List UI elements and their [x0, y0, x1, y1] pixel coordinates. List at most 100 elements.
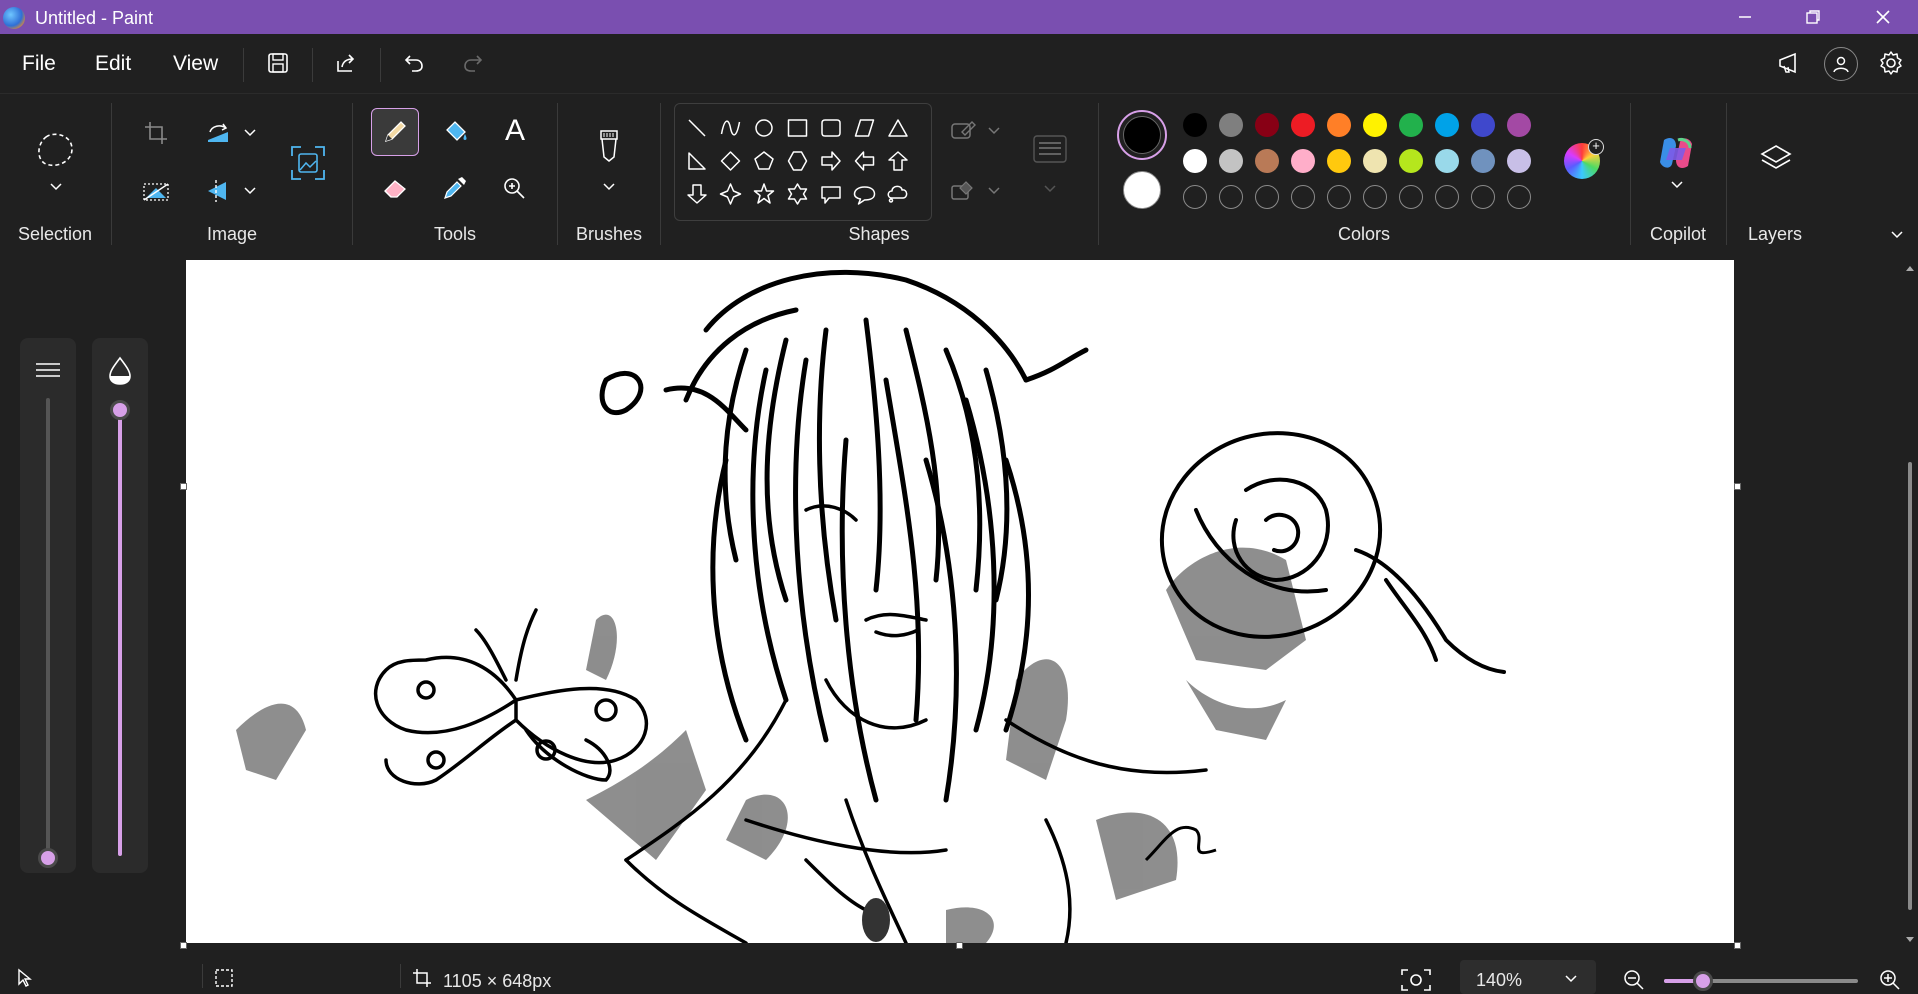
restore-button[interactable]: [1784, 0, 1842, 34]
six-point-star-shape-icon[interactable]: [787, 183, 808, 205]
redo-button[interactable]: [457, 47, 489, 79]
palette-color-swatch[interactable]: [1363, 149, 1387, 173]
five-point-star-shape-icon[interactable]: [753, 183, 775, 204]
palette-color-swatch[interactable]: [1507, 149, 1531, 173]
rounded-callout-shape-icon[interactable]: [821, 186, 841, 204]
palette-color-swatch[interactable]: [1255, 149, 1279, 173]
copilot-dropdown[interactable]: [1667, 177, 1687, 193]
canvas-resize-handle-right[interactable]: [1734, 483, 1741, 490]
oval-shape-icon[interactable]: [755, 119, 773, 137]
custom-color-slot[interactable]: [1363, 185, 1387, 209]
zoom-slider-thumb[interactable]: [1692, 971, 1713, 991]
pencil-tool-button[interactable]: [371, 108, 419, 156]
palette-color-swatch[interactable]: [1435, 113, 1459, 137]
up-arrow-shape-icon[interactable]: [888, 151, 908, 171]
palette-color-swatch[interactable]: [1327, 113, 1351, 137]
zoom-out-button[interactable]: [1620, 966, 1648, 994]
size-slider-thumb[interactable]: [38, 848, 58, 868]
selection-dropdown[interactable]: [46, 179, 66, 195]
copilot-button[interactable]: [1654, 131, 1698, 175]
custom-color-slot[interactable]: [1471, 185, 1495, 209]
shape-outline-dropdown[interactable]: [984, 121, 1004, 141]
palette-color-swatch[interactable]: [1183, 149, 1207, 173]
shape-outline-button[interactable]: [948, 115, 978, 145]
line-size-dropdown[interactable]: [1040, 181, 1060, 197]
palette-color-swatch[interactable]: [1399, 113, 1423, 137]
custom-color-slot[interactable]: [1219, 185, 1243, 209]
background-removal-button[interactable]: [140, 175, 172, 207]
color-picker-tool-button[interactable]: [438, 171, 472, 205]
account-button[interactable]: [1824, 47, 1858, 81]
resize-button[interactable]: [202, 117, 234, 149]
palette-color-swatch[interactable]: [1363, 113, 1387, 137]
canvas-resize-handle-bottom[interactable]: [956, 942, 963, 949]
hexagon-shape-icon[interactable]: [787, 151, 808, 171]
shape-fill-dropdown[interactable]: [984, 181, 1004, 201]
secondary-color-button[interactable]: [1122, 170, 1162, 210]
line-size-button[interactable]: [1030, 131, 1070, 167]
flip-dropdown[interactable]: [240, 181, 260, 201]
palette-color-swatch[interactable]: [1291, 113, 1315, 137]
zoom-slider[interactable]: [1664, 971, 1858, 991]
minimize-button[interactable]: [1716, 0, 1774, 34]
left-arrow-shape-icon[interactable]: [854, 151, 875, 171]
canvas-resize-handle-left[interactable]: [180, 483, 187, 490]
free-form-selection-button[interactable]: [30, 125, 82, 177]
edit-menu[interactable]: Edit: [95, 52, 131, 76]
four-point-star-shape-icon[interactable]: [719, 183, 742, 205]
down-arrow-shape-icon[interactable]: [687, 184, 707, 204]
canvas-resize-handle-bottom-right[interactable]: [1734, 942, 1741, 949]
resize-dropdown[interactable]: [240, 123, 260, 143]
custom-color-slot[interactable]: [1291, 185, 1315, 209]
drawing-canvas[interactable]: [186, 260, 1734, 943]
crop-button[interactable]: [140, 117, 172, 149]
custom-color-slot[interactable]: [1255, 185, 1279, 209]
zoom-in-button[interactable]: [1876, 966, 1904, 994]
feedback-button[interactable]: [1772, 47, 1808, 79]
close-button[interactable]: [1854, 0, 1912, 34]
oval-callout-shape-icon[interactable]: [853, 186, 876, 205]
share-button[interactable]: [330, 47, 362, 79]
palette-color-swatch[interactable]: [1183, 113, 1207, 137]
rectangle-shape-icon[interactable]: [787, 119, 808, 137]
fit-to-window-button[interactable]: [1398, 966, 1434, 994]
scroll-up-icon[interactable]: [1904, 262, 1916, 274]
fill-tool-button[interactable]: [438, 115, 472, 149]
vertical-scrollbar[interactable]: [1904, 262, 1916, 952]
shape-fill-button[interactable]: [948, 175, 978, 205]
custom-color-slot[interactable]: [1183, 185, 1207, 209]
opacity-slider-track[interactable]: [118, 410, 122, 856]
layers-button[interactable]: [1756, 139, 1796, 179]
zoom-select[interactable]: 140%: [1460, 960, 1596, 994]
save-button[interactable]: [262, 47, 294, 79]
undo-button[interactable]: [398, 47, 430, 79]
custom-color-slot[interactable]: [1435, 185, 1459, 209]
polygon-shape-icon[interactable]: [854, 119, 875, 137]
ribbon-collapse-button[interactable]: [1886, 225, 1908, 245]
brushes-dropdown[interactable]: [599, 179, 619, 195]
opacity-slider-thumb[interactable]: [110, 400, 130, 420]
image-creator-button[interactable]: [286, 141, 330, 185]
settings-button[interactable]: [1874, 46, 1908, 80]
diamond-shape-icon[interactable]: [720, 151, 741, 171]
rounded-rectangle-shape-icon[interactable]: [821, 119, 841, 137]
palette-color-swatch[interactable]: [1471, 113, 1495, 137]
palette-color-swatch[interactable]: [1399, 149, 1423, 173]
curve-shape-icon[interactable]: [720, 120, 741, 136]
file-menu[interactable]: File: [22, 52, 56, 76]
palette-color-swatch[interactable]: [1291, 149, 1315, 173]
flip-rotate-button[interactable]: [202, 175, 234, 207]
right-triangle-shape-icon[interactable]: [688, 152, 706, 170]
palette-color-swatch[interactable]: [1507, 113, 1531, 137]
scroll-down-icon[interactable]: [1904, 934, 1916, 946]
text-tool-button[interactable]: A: [497, 113, 533, 149]
palette-color-swatch[interactable]: [1327, 149, 1351, 173]
line-shape-icon[interactable]: [688, 119, 706, 137]
edit-colors-button[interactable]: +: [1560, 139, 1604, 183]
palette-color-swatch[interactable]: [1435, 149, 1459, 173]
custom-color-slot[interactable]: [1507, 185, 1531, 209]
pentagon-shape-icon[interactable]: [754, 151, 774, 170]
custom-color-slot[interactable]: [1399, 185, 1423, 209]
triangle-shape-icon[interactable]: [888, 119, 908, 137]
right-arrow-shape-icon[interactable]: [821, 151, 841, 171]
